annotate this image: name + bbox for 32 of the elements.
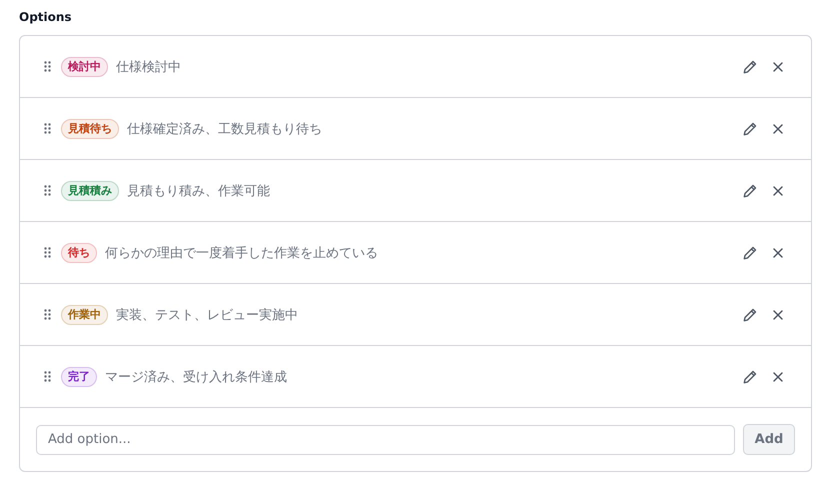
- option-description: マージ済み、受け入れ条件達成: [105, 368, 287, 386]
- section-title: Options: [19, 9, 73, 26]
- option-description: 仕様確定済み、工数見積もり待ち: [127, 120, 322, 138]
- pencil-icon: [743, 60, 757, 74]
- status-tag: 見積待ち: [61, 118, 119, 138]
- drag-handle-icon[interactable]: [44, 185, 51, 196]
- option-input[interactable]: Add option...: [36, 424, 735, 454]
- option-description: 何らかの理由で一度着手した作業を止めている: [105, 244, 378, 262]
- status-tag: 完了: [61, 366, 97, 386]
- close-icon: [773, 62, 783, 72]
- close-icon: [773, 372, 783, 382]
- close-icon: [773, 248, 783, 258]
- drag-handle-icon[interactable]: [44, 371, 51, 382]
- close-icon: [773, 124, 783, 134]
- pencil-icon: [743, 184, 757, 198]
- option-description: 仕様検討中: [116, 58, 181, 76]
- drag-handle-icon[interactable]: [44, 309, 51, 320]
- drag-handle-icon[interactable]: [44, 61, 51, 72]
- option-description: 見積もり積み、作業可能: [127, 182, 270, 200]
- drag-handle-icon[interactable]: [44, 123, 51, 134]
- pencil-icon: [743, 122, 757, 136]
- close-icon: [773, 186, 783, 196]
- status-tag: 待ち: [61, 242, 97, 262]
- drag-handle-icon[interactable]: [44, 247, 51, 258]
- pencil-icon: [743, 370, 757, 384]
- status-tag: 見積積み: [61, 180, 119, 200]
- close-icon: [773, 310, 783, 320]
- pencil-icon: [743, 246, 757, 260]
- status-tag: 検討中: [61, 56, 108, 76]
- option-description: 実装、テスト、レビュー実施中: [116, 306, 298, 324]
- pencil-icon: [743, 308, 757, 322]
- status-tag: 作業中: [61, 304, 108, 324]
